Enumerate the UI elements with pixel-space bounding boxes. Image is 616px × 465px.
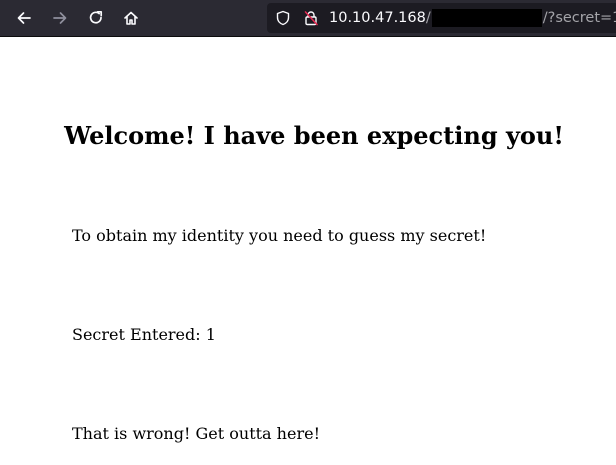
url-text[interactable]: 10.10.47.168/ /?secret=1 bbox=[329, 9, 616, 27]
home-icon bbox=[124, 11, 138, 25]
reload-button[interactable] bbox=[82, 4, 110, 32]
secret-entered-text: Secret Entered: 1 bbox=[72, 325, 216, 344]
url-query: /?secret=1 bbox=[542, 10, 616, 26]
reload-icon bbox=[89, 10, 103, 24]
insecure-lock-icon[interactable] bbox=[303, 10, 319, 26]
arrow-left-icon bbox=[17, 12, 31, 24]
redacted-path bbox=[431, 9, 542, 27]
home-button[interactable] bbox=[117, 4, 145, 32]
instruction-text: To obtain my identity you need to guess … bbox=[72, 226, 487, 245]
url-host: 10.10.47.168 bbox=[329, 10, 426, 26]
url-path-start: / bbox=[425, 10, 431, 26]
forward-button[interactable] bbox=[46, 4, 74, 32]
shield-icon[interactable] bbox=[275, 10, 291, 26]
browser-toolbar: 10.10.47.168/ /?secret=1 bbox=[0, 0, 616, 37]
arrow-right-icon bbox=[53, 12, 67, 24]
back-button[interactable] bbox=[10, 4, 38, 32]
address-bar[interactable]: 10.10.47.168/ /?secret=1 bbox=[267, 3, 616, 33]
result-message: That is wrong! Get outta here! bbox=[72, 424, 320, 443]
page-title: Welcome! I have been expecting you! bbox=[64, 121, 564, 150]
